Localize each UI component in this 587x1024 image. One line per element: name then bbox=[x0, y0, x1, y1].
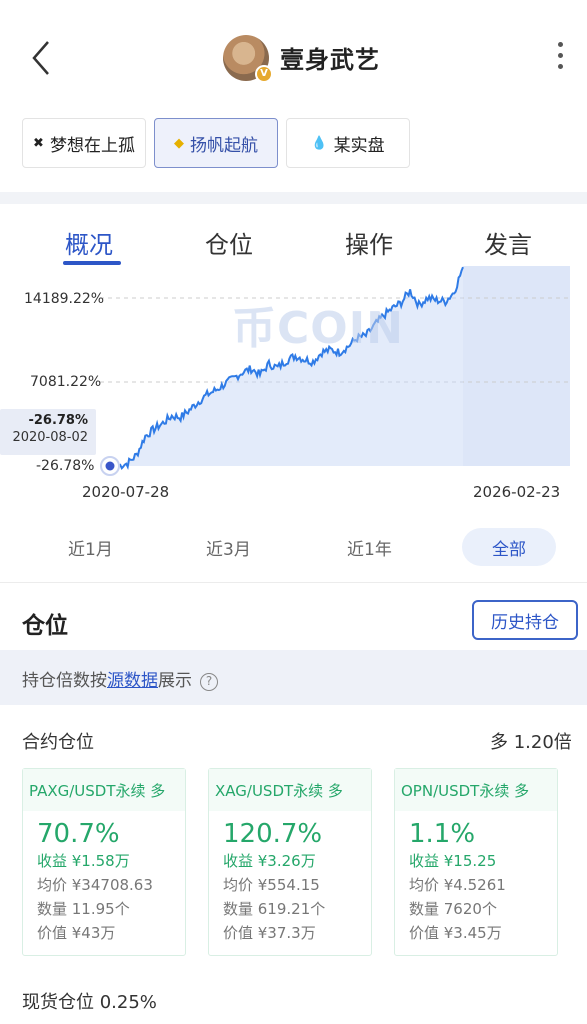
card-value: 价值 ¥37.3万 bbox=[223, 924, 316, 942]
card-quantity: 数量 7620个 bbox=[409, 900, 497, 918]
hover-point-core bbox=[105, 461, 115, 471]
account-tab-label: 梦想在上孤 bbox=[49, 135, 135, 156]
card-percent: 70.7% bbox=[37, 819, 120, 849]
tab-operations[interactable]: 操作 bbox=[345, 225, 393, 260]
tab-posts[interactable]: 发言 bbox=[484, 225, 532, 260]
account-tab-3[interactable]: 💧 某实盘 bbox=[286, 118, 410, 168]
data-source-note: 持仓倍数按源数据展示? bbox=[0, 650, 587, 705]
account-tab-label: 某实盘 bbox=[333, 135, 385, 156]
range-all[interactable]: 全部 bbox=[462, 528, 556, 566]
card-profit: 收益 ¥3.26万 bbox=[223, 852, 316, 870]
tab-underline bbox=[63, 261, 121, 265]
position-card[interactable]: OPN/USDT永续 多 1.1% 收益 ¥15.25 均价 ¥4.5261 数… bbox=[394, 768, 558, 956]
contract-multiplier: 多 1.20倍 bbox=[490, 732, 572, 753]
more-menu-icon[interactable] bbox=[552, 42, 568, 76]
x-tick-label: 2026-02-23 bbox=[473, 483, 561, 501]
help-icon[interactable]: ? bbox=[200, 673, 218, 691]
tooltip-date: 2020-08-02 bbox=[12, 430, 88, 445]
note-suffix: 展示 bbox=[158, 671, 192, 691]
card-avg-price: 均价 ¥4.5261 bbox=[409, 876, 506, 894]
tab-overview[interactable]: 概况 bbox=[65, 225, 113, 260]
account-tab-label: 扬帆起航 bbox=[190, 135, 258, 156]
divider bbox=[0, 192, 587, 204]
avatar[interactable]: V bbox=[223, 35, 273, 83]
history-positions-button[interactable]: 历史持仓 bbox=[472, 600, 578, 640]
future-region bbox=[463, 266, 570, 466]
range-1y[interactable]: 近1年 bbox=[347, 535, 392, 560]
card-avg-price: 均价 ¥554.15 bbox=[223, 876, 320, 894]
card-profit: 收益 ¥15.25 bbox=[409, 852, 497, 870]
card-quantity: 数量 11.95个 bbox=[37, 900, 130, 918]
verified-badge-icon: V bbox=[255, 65, 273, 83]
position-card[interactable]: PAXG/USDT永续 多 70.7% 收益 ¥1.58万 均价 ¥34708.… bbox=[22, 768, 186, 956]
header: V 壹身武艺 bbox=[0, 0, 587, 110]
range-1m[interactable]: 近1月 bbox=[68, 535, 113, 560]
spot-positions: 现货仓位 0.25% bbox=[22, 992, 157, 1013]
card-profit: 收益 ¥1.58万 bbox=[37, 852, 130, 870]
card-quantity: 数量 619.21个 bbox=[223, 900, 326, 918]
card-symbol: PAXG/USDT永续 多 bbox=[23, 769, 185, 811]
x-logo-icon: ✖ bbox=[33, 135, 44, 151]
chart-tooltip: -26.78% 2020-08-02 bbox=[0, 409, 96, 455]
binance-logo-icon: ◆ bbox=[174, 135, 184, 151]
range-3m[interactable]: 近3月 bbox=[206, 535, 251, 560]
position-card[interactable]: XAG/USDT永续 多 120.7% 收益 ¥3.26万 均价 ¥554.15… bbox=[208, 768, 372, 956]
card-value: 价值 ¥3.45万 bbox=[409, 924, 502, 942]
card-symbol: OPN/USDT永续 多 bbox=[395, 769, 557, 811]
y-tick-label: 14189.22% bbox=[24, 291, 105, 307]
range-all-label: 全部 bbox=[492, 539, 526, 560]
source-data-link[interactable]: 源数据 bbox=[107, 671, 158, 691]
card-percent: 120.7% bbox=[223, 819, 323, 849]
y-tick-label: 7081.22% bbox=[30, 374, 102, 390]
back-arrow-icon[interactable] bbox=[28, 38, 58, 78]
watermark: 币COIN bbox=[232, 303, 404, 354]
note-prefix: 持仓倍数按 bbox=[22, 671, 107, 691]
x-tick-label: 2020-07-28 bbox=[82, 483, 170, 501]
account-tab-1[interactable]: ✖ 梦想在上孤 bbox=[22, 118, 146, 168]
card-avg-price: 均价 ¥34708.63 bbox=[37, 876, 153, 894]
positions-title: 仓位 bbox=[22, 613, 68, 639]
account-tab-2[interactable]: ◆ 扬帆起航 bbox=[154, 118, 278, 168]
card-symbol: XAG/USDT永续 多 bbox=[209, 769, 371, 811]
divider bbox=[0, 582, 587, 583]
tooltip-value: -26.78% bbox=[28, 413, 88, 428]
card-value: 价值 ¥43万 bbox=[37, 924, 116, 942]
contract-positions-title: 合约仓位 bbox=[22, 732, 94, 753]
drop-logo-icon: 💧 bbox=[311, 135, 328, 151]
card-percent: 1.1% bbox=[409, 819, 476, 849]
page-title: 壹身武艺 bbox=[280, 46, 380, 74]
tab-positions[interactable]: 仓位 bbox=[205, 225, 253, 260]
y-tick-label: -26.78% bbox=[36, 458, 95, 474]
